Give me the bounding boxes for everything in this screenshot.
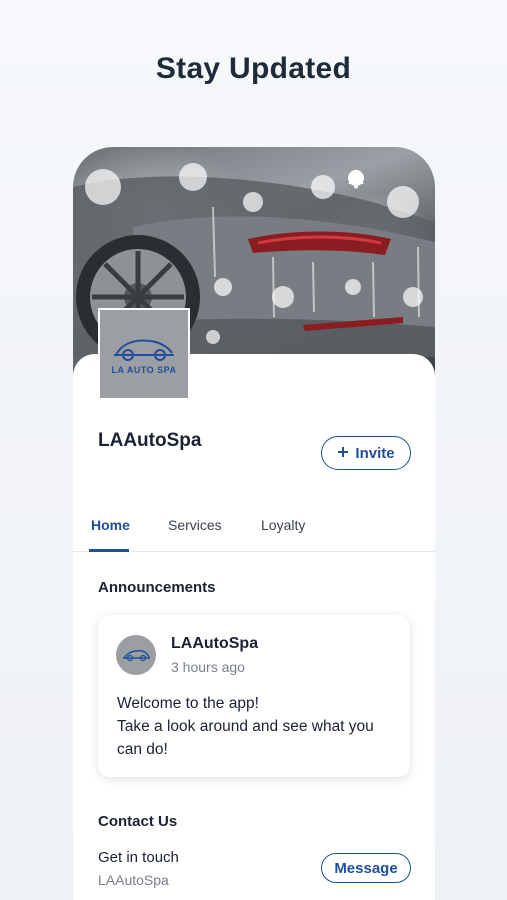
invite-button[interactable]: Invite: [321, 436, 411, 470]
post-timestamp: 3 hours ago: [171, 659, 245, 675]
contact-subtitle: Get in touch: [98, 849, 179, 866]
tab-home[interactable]: Home: [91, 517, 130, 533]
car-logo-icon: [114, 339, 174, 361]
business-name: LAAutoSpa: [98, 430, 202, 451]
tab-services[interactable]: Services: [168, 517, 222, 533]
logo-text: LA AUTO SPA: [111, 365, 177, 375]
contact-title: Contact Us: [98, 813, 178, 830]
tab-loyalty[interactable]: Loyalty: [261, 517, 305, 533]
phone-frame: LA AUTO SPA LAAutoSpa Invite Home Servic…: [73, 147, 435, 900]
bell-icon[interactable]: [348, 169, 409, 189]
post-body-line: can do!: [117, 741, 168, 758]
page-headline: Stay Updated: [155, 52, 352, 85]
tab-bar: Home Services Loyalty: [73, 507, 435, 552]
active-tab-indicator: [89, 549, 129, 552]
message-button[interactable]: Message: [321, 853, 411, 883]
plus-icon: [337, 445, 349, 462]
post-body-line: Take a look around and see what you: [117, 718, 374, 735]
business-logo: LA AUTO SPA: [98, 308, 190, 400]
contact-business-name: LAAutoSpa: [98, 872, 169, 888]
post-body: Welcome to the app! Take a look around a…: [117, 692, 397, 761]
announcements-title: Announcements: [98, 579, 216, 596]
announcement-post[interactable]: LAAutoSpa 3 hours ago Welcome to the app…: [98, 615, 410, 777]
invite-label: Invite: [355, 444, 395, 462]
avatar: [116, 635, 156, 675]
post-author: LAAutoSpa: [171, 635, 259, 652]
post-body-line: Welcome to the app!: [117, 695, 259, 712]
